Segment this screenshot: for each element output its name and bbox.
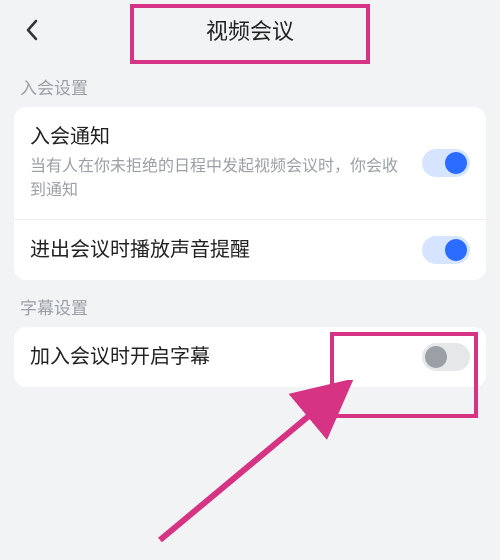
section-label-subs: 字幕设置 bbox=[0, 280, 500, 327]
toggle-join-notify[interactable] bbox=[422, 149, 470, 177]
back-button[interactable] bbox=[18, 16, 46, 44]
row-join-notify: 入会通知 当有人在你未拒绝的日程中发起视频会议时，你会收到通知 bbox=[14, 107, 486, 219]
toggle-enable-subs[interactable] bbox=[422, 343, 470, 371]
row-text: 入会通知 当有人在你未拒绝的日程中发起视频会议时，你会收到通知 bbox=[30, 123, 422, 203]
row-title: 入会通知 bbox=[30, 123, 412, 151]
row-subtitle: 当有人在你未拒绝的日程中发起视频会议时，你会收到通知 bbox=[30, 155, 412, 203]
row-sound-alert: 进出会议时播放声音提醒 bbox=[14, 219, 486, 280]
page-title: 视频会议 bbox=[206, 14, 294, 46]
subtitle-settings-card: 加入会议时开启字幕 bbox=[14, 327, 486, 387]
row-title: 进出会议时播放声音提醒 bbox=[30, 236, 412, 264]
row-text: 进出会议时播放声音提醒 bbox=[30, 236, 422, 264]
section-label-join: 入会设置 bbox=[0, 60, 500, 107]
join-settings-card: 入会通知 当有人在你未拒绝的日程中发起视频会议时，你会收到通知 进出会议时播放声… bbox=[14, 107, 486, 280]
annotation-arrow bbox=[140, 380, 380, 560]
toggle-sound-alert[interactable] bbox=[422, 236, 470, 264]
row-text: 加入会议时开启字幕 bbox=[30, 343, 422, 371]
row-enable-subs: 加入会议时开启字幕 bbox=[14, 327, 486, 387]
row-title: 加入会议时开启字幕 bbox=[30, 343, 412, 371]
header: 视频会议 bbox=[0, 0, 500, 60]
chevron-left-icon bbox=[24, 18, 40, 42]
